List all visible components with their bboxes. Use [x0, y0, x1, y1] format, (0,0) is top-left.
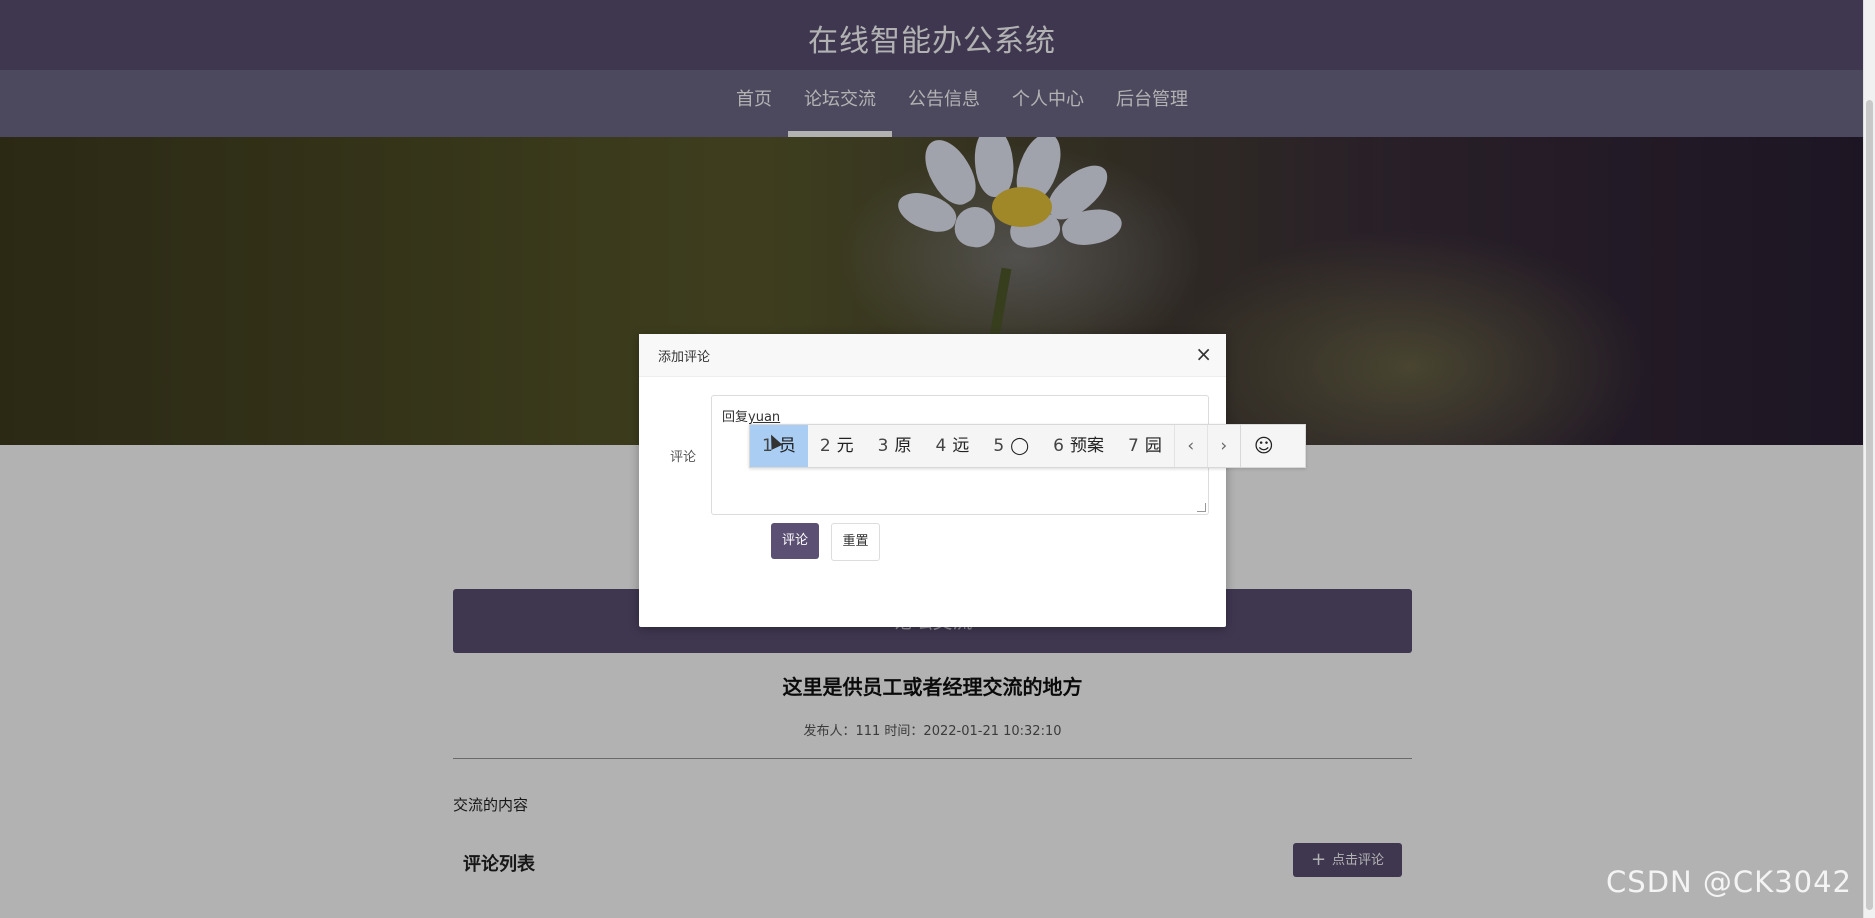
- page-scrollbar[interactable]: [1863, 0, 1875, 918]
- page: 在线智能办公系统 首页 论坛交流 公告信息 个人中心 后台管理 论坛交流 这里是…: [0, 0, 1864, 918]
- comment-field-label: 评论: [670, 450, 697, 465]
- emoji-icon[interactable]: ☺: [1239, 425, 1287, 467]
- ime-candidate-bar: 1员 2元 3原 4远 5 ◯ 6 预案 7园 ‹ › ☺: [749, 424, 1306, 468]
- ime-candidate[interactable]: 2元: [808, 425, 866, 467]
- ime-candidate[interactable]: 3原: [866, 425, 924, 467]
- scrollbar-thumb[interactable]: [1866, 100, 1873, 910]
- ime-candidate[interactable]: 5 ◯: [981, 425, 1041, 467]
- close-icon[interactable]: ×: [1195, 342, 1212, 366]
- watermark: CSDN @CK3042: [1606, 865, 1852, 899]
- dialog-title: 添加评论: [658, 350, 711, 365]
- chevron-right-icon[interactable]: ›: [1206, 425, 1240, 467]
- reset-button[interactable]: 重置: [831, 523, 880, 561]
- chevron-left-icon[interactable]: ‹: [1173, 425, 1207, 467]
- dialog-header: 添加评论 ×: [639, 334, 1226, 377]
- submit-comment-button[interactable]: 评论: [771, 523, 819, 559]
- resize-handle-icon[interactable]: [1197, 503, 1206, 512]
- ime-candidate[interactable]: 4远: [923, 425, 981, 467]
- add-comment-dialog: 添加评论 × 评论 回复yuan 评论 重置: [639, 334, 1226, 627]
- comment-textarea-value: 回复yuan: [722, 410, 781, 425]
- ime-candidate[interactable]: 7园: [1116, 425, 1174, 467]
- ime-candidate[interactable]: 6 预案: [1041, 425, 1116, 467]
